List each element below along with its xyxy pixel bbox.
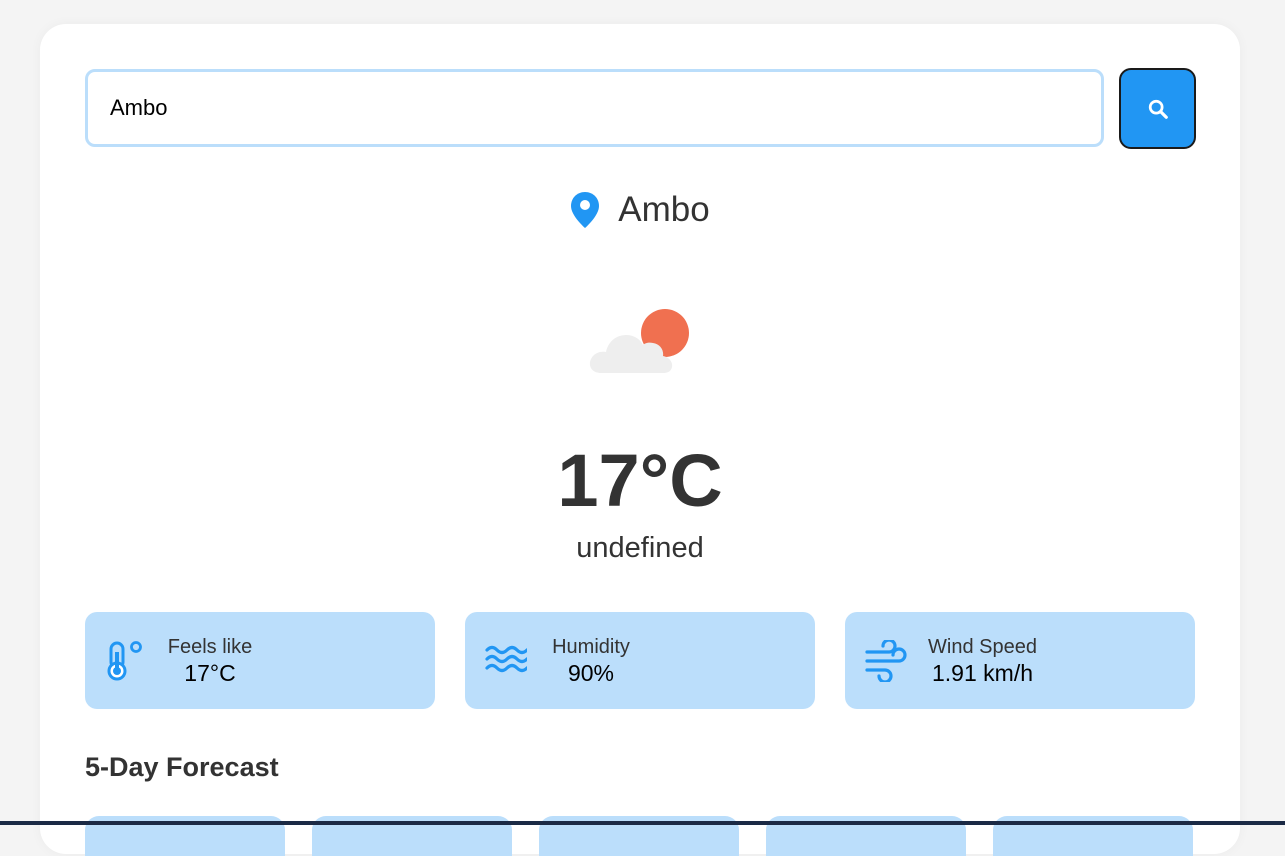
feels-like-label: Feels like	[167, 636, 253, 658]
location-pin-icon	[571, 192, 600, 228]
humidity-label: Humidity	[552, 636, 630, 658]
search-bar	[85, 68, 1196, 150]
weather-icon	[587, 306, 693, 376]
feels-like-card: Feels like 17°C	[85, 612, 435, 709]
feels-like-value: 17°C	[184, 660, 236, 686]
location-heading: Ambo	[40, 190, 1240, 230]
wind-speed-card: Wind Speed 1.91 km/h	[845, 612, 1195, 709]
current-temperature: 17°C	[557, 439, 723, 522]
wind-speed-label: Wind Speed	[928, 636, 1037, 658]
weather-description: undefined	[576, 532, 704, 564]
wind-icon	[865, 640, 907, 682]
humidity-card: Humidity 90%	[465, 612, 815, 709]
weather-card: Ambo 17°C undefined Feels like 17°C Humi…	[40, 24, 1240, 856]
search-icon	[1148, 99, 1168, 119]
wind-speed-text: Wind Speed 1.91 km/h	[925, 635, 1040, 687]
cloud-sun-icon	[589, 309, 689, 373]
city-search-input[interactable]	[85, 69, 1104, 147]
humidity-value: 90%	[567, 660, 615, 686]
search-button[interactable]	[1119, 68, 1196, 149]
humidity-text: Humidity 90%	[549, 635, 633, 687]
feels-like-text: Feels like 17°C	[165, 635, 255, 687]
thermometer-icon	[107, 641, 142, 681]
forecast-title: 5-Day Forecast	[85, 752, 279, 782]
wind-speed-value: 1.91 km/h	[932, 660, 1033, 686]
city-name: Ambo	[618, 190, 710, 229]
taskbar-edge	[0, 821, 1285, 825]
water-waves-icon	[485, 645, 527, 673]
